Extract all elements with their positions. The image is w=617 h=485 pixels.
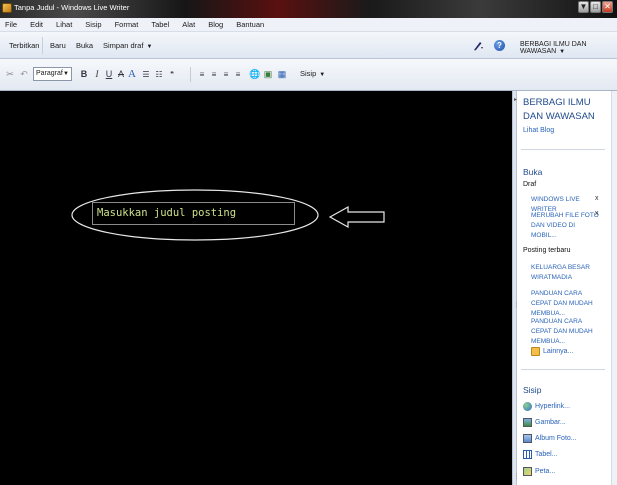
insert-picture-link[interactable]: Gambar... bbox=[523, 418, 566, 427]
splitter-grip-icon: ▸ bbox=[514, 97, 518, 103]
bold-button[interactable]: B bbox=[79, 68, 89, 81]
sidebar-blog-name: BERBAGI ILMU DAN WAWASAN bbox=[523, 97, 595, 122]
align-center-icon[interactable]: ≡ bbox=[208, 68, 220, 81]
more-posts-link[interactable]: Lainnya... bbox=[531, 347, 573, 356]
format-toolbar: ✂ ↶ Paragraf ▼ B I U A A ☰ ☷ ❝ ≡ ≡ ≡ ≡ 🌐 … bbox=[0, 59, 617, 91]
italic-button[interactable]: I bbox=[92, 68, 102, 81]
menu-help[interactable]: Bantuan bbox=[236, 20, 264, 29]
insert-table-link[interactable]: Tabel... bbox=[523, 450, 558, 459]
chevron-down-icon: ▼ bbox=[319, 72, 326, 78]
help-icon[interactable]: ? bbox=[494, 40, 505, 51]
maximize-button[interactable]: □ bbox=[590, 1, 601, 13]
divider bbox=[190, 67, 191, 82]
close-button[interactable]: ✕ bbox=[602, 1, 613, 13]
paragraph-style-select[interactable]: Paragraf ▼ bbox=[33, 67, 72, 81]
recent-post-item[interactable]: PANDUAN CARA CEPAT DAN MUDAH MEMBUA... bbox=[531, 289, 601, 319]
globe-icon bbox=[523, 402, 532, 411]
new-post-button[interactable]: Baru bbox=[50, 41, 66, 50]
menu-tools[interactable]: Alat bbox=[182, 20, 195, 29]
view-blog-link[interactable]: Lihat Blog bbox=[523, 127, 554, 134]
insert-hyperlink-label: Hyperlink... bbox=[535, 403, 571, 410]
menu-file[interactable]: File bbox=[5, 20, 17, 29]
insert-album-label: Album Foto... bbox=[535, 435, 577, 442]
cut-icon[interactable]: ✂ bbox=[4, 68, 16, 81]
insert-hyperlink-link[interactable]: Hyperlink... bbox=[523, 402, 570, 411]
drafts-header: Draf bbox=[523, 181, 537, 188]
undo-icon[interactable]: ↶ bbox=[19, 68, 29, 81]
open-section-header: Buka bbox=[523, 167, 543, 177]
insert-map-link[interactable]: Peta... bbox=[523, 467, 555, 476]
insert-table-icon[interactable]: ▦ bbox=[275, 68, 289, 81]
insert-album-link[interactable]: Album Foto... bbox=[523, 434, 577, 443]
block-quote-icon[interactable]: ❝ bbox=[166, 68, 178, 81]
menu-view[interactable]: Lihat bbox=[56, 20, 72, 29]
editor-area[interactable]: Masukkan judul posting bbox=[0, 91, 512, 485]
insert-picture-label: Gambar... bbox=[535, 419, 566, 426]
draft-item[interactable]: MERUBAH FILE FOTO DAN VIDEO DI MOBIL... bbox=[531, 211, 601, 241]
numbered-list-icon[interactable]: ☰ bbox=[140, 68, 152, 81]
hyperlink-icon[interactable]: 🌐 bbox=[249, 68, 261, 81]
post-title-input[interactable]: Masukkan judul posting bbox=[92, 202, 295, 225]
remove-draft-button[interactable]: x bbox=[595, 195, 599, 202]
divider bbox=[42, 37, 43, 54]
splitter-grip-icon: ⋮ bbox=[514, 301, 520, 308]
command-bar: Terbitkan Baru Buka Simpan draf ▼ ? BERBA… bbox=[0, 32, 617, 59]
insert-dropdown-label: Sisip bbox=[300, 69, 317, 78]
blog-selector[interactable]: BERBAGI ILMU DAN WAWASAN ▼ bbox=[520, 41, 617, 55]
align-left-icon[interactable]: ≡ bbox=[196, 68, 208, 81]
picture-icon bbox=[523, 418, 532, 427]
app-window: Tanpa Judul - Windows Live Writer ▼ □ ✕ … bbox=[0, 0, 617, 485]
blog-selector-label: BERBAGI ILMU DAN WAWASAN bbox=[520, 41, 587, 55]
insert-map-label: Peta... bbox=[535, 468, 556, 475]
map-icon bbox=[523, 467, 532, 476]
recent-post-item[interactable]: KELUARGA BESAR WIRATMADIA bbox=[531, 263, 601, 283]
align-right-icon[interactable]: ≡ bbox=[220, 68, 232, 81]
splitter-grip-icon: ⋮ bbox=[514, 473, 520, 480]
pen-icon[interactable] bbox=[472, 40, 484, 51]
folder-icon bbox=[531, 347, 540, 356]
publish-button[interactable]: Terbitkan bbox=[9, 41, 39, 50]
minimize-button[interactable]: ▼ bbox=[578, 1, 589, 13]
recent-posts-header: Posting terbaru bbox=[523, 247, 571, 254]
recent-post-item[interactable]: PANDUAN CARA CEPAT DAN MUDAH MEMBUA... bbox=[531, 317, 601, 347]
sidebar: BERBAGI ILMU DAN WAWASAN Lihat Blog Buka… bbox=[517, 91, 617, 485]
underline-button[interactable]: U bbox=[104, 68, 114, 81]
title-bar: Tanpa Judul - Windows Live Writer ▼ □ ✕ bbox=[0, 0, 617, 18]
divider bbox=[521, 149, 605, 150]
chevron-down-icon: ▼ bbox=[63, 71, 69, 77]
insert-table-label: Tabel... bbox=[535, 451, 558, 458]
menu-table[interactable]: Tabel bbox=[151, 20, 169, 29]
paragraph-style-value: Paragraf bbox=[36, 70, 63, 77]
window-title: Tanpa Judul - Windows Live Writer bbox=[14, 3, 130, 12]
justify-icon[interactable]: ≡ bbox=[232, 68, 244, 81]
font-color-button[interactable]: A bbox=[127, 68, 137, 81]
app-icon bbox=[2, 3, 12, 13]
open-button[interactable]: Buka bbox=[76, 41, 93, 50]
table-icon bbox=[523, 450, 532, 459]
remove-draft-button[interactable]: x bbox=[595, 210, 599, 217]
divider bbox=[521, 369, 605, 370]
menu-format[interactable]: Format bbox=[115, 20, 139, 29]
menu-blog[interactable]: Blog bbox=[208, 20, 223, 29]
arrow-left-icon bbox=[328, 205, 386, 229]
save-draft-label: Simpan draf bbox=[103, 41, 144, 50]
save-draft-button[interactable]: Simpan draf ▼ bbox=[103, 41, 152, 50]
sidebar-scrollbar[interactable] bbox=[611, 91, 617, 485]
window-controls: ▼ □ ✕ bbox=[578, 1, 613, 13]
menu-insert[interactable]: Sisip bbox=[85, 20, 101, 29]
photo-album-icon bbox=[523, 434, 532, 443]
chevron-down-icon: ▼ bbox=[559, 49, 566, 55]
menu-bar: File Edit Lihat Sisip Format Tabel Alat … bbox=[0, 18, 617, 32]
more-posts-label: Lainnya... bbox=[543, 348, 574, 355]
insert-dropdown[interactable]: Sisip ▼ bbox=[300, 69, 325, 78]
bullet-list-icon[interactable]: ☷ bbox=[153, 68, 165, 81]
strikethrough-button[interactable]: A bbox=[116, 68, 126, 81]
menu-edit[interactable]: Edit bbox=[30, 20, 43, 29]
insert-section-header: Sisip bbox=[523, 385, 542, 395]
insert-picture-icon[interactable]: ▣ bbox=[262, 68, 274, 81]
chevron-down-icon: ▼ bbox=[146, 44, 153, 50]
